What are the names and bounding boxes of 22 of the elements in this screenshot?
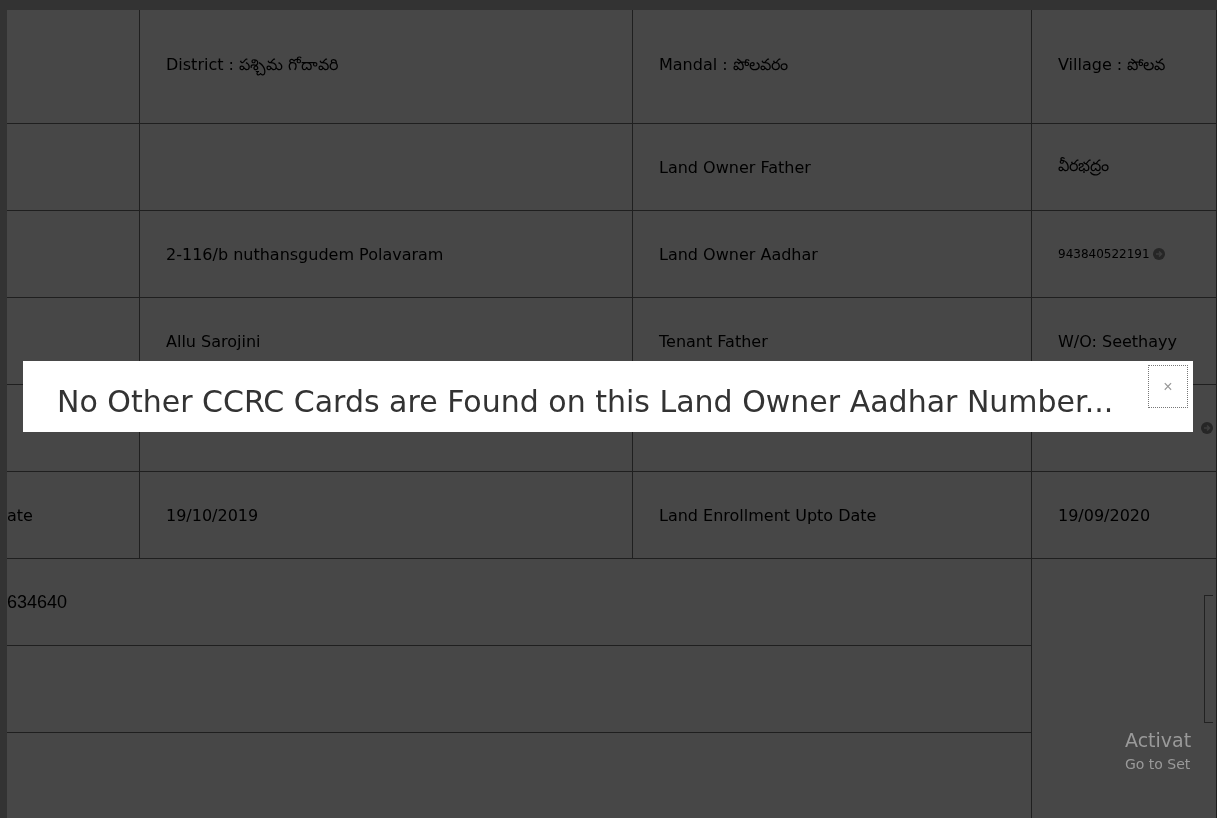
table-cell-text: 19/10/2019 (166, 505, 259, 525)
table-cell-text: District : పశ్చిమ గోదావరి (166, 55, 339, 78)
activation-title: Activat (1125, 729, 1192, 751)
table-cell-text: 943840522191 (1058, 247, 1150, 261)
arrow-circle-icon[interactable] (1201, 422, 1213, 434)
table-cell-text: 634640 (7, 591, 68, 613)
table-cell-text: W/O: Seethayy (1058, 331, 1177, 351)
table-cell-text: వీరభద్రం (1058, 155, 1109, 178)
close-button[interactable]: × (1148, 365, 1188, 408)
table-cell-text: 2-116/b nuthansgudem Polavaram (166, 244, 444, 264)
table-cell-text: ate (7, 505, 33, 525)
table-cell-text: Village : పోలవ (1058, 55, 1166, 76)
table-cell-text: Land Owner Aadhar (659, 244, 818, 264)
table-cell-text: Land Owner Father (659, 157, 811, 177)
dialog-message: No Other CCRC Cards are Found on this Land Owner Aadhar Number... (57, 384, 1114, 419)
table-cell-text: Tenant Father (659, 331, 768, 351)
table-cell-text: Allu Sarojini (166, 331, 261, 351)
table-cell-text: Land Enrollment Upto Date (659, 505, 877, 525)
arrow-circle-icon[interactable] (1152, 248, 1165, 260)
table-cell-text: Mandal : పోలవరం (659, 55, 788, 76)
activation-text: Go to Set (1125, 756, 1191, 772)
table-cell-text: 19/09/2020 (1058, 505, 1151, 525)
